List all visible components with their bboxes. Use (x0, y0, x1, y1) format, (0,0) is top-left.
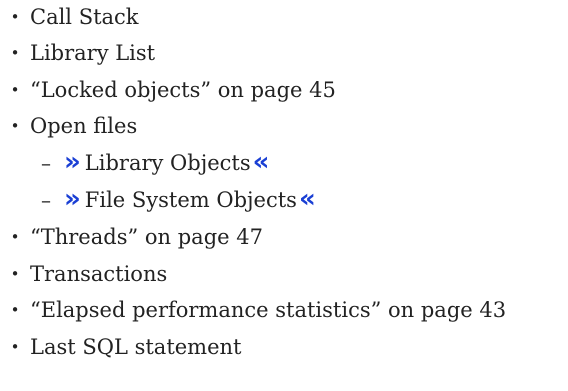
bullet-icon: • (10, 8, 20, 26)
change-end-icon: « (252, 147, 270, 177)
change-start-icon: » (64, 147, 81, 177)
locked-objects-link[interactable]: “Locked objects” on page 45 (30, 72, 336, 108)
bullet-icon: • (10, 117, 20, 135)
bullet-icon: • (10, 265, 20, 283)
dash-icon: – (41, 151, 51, 175)
bullet-icon: • (10, 338, 20, 356)
sub-list-item-label: Library Objects (84, 151, 251, 175)
list-item-label: Last SQL statement (30, 335, 242, 359)
change-end-icon: « (298, 184, 316, 214)
change-start-icon: » (64, 184, 81, 214)
list-item-label: Open files (30, 114, 138, 138)
list-item-label: Transactions (30, 262, 168, 286)
elapsed-performance-statistics-link[interactable]: “Elapsed performance statistics” on page… (30, 292, 506, 328)
list-item-label: Library List (30, 41, 156, 65)
threads-link[interactable]: “Threads” on page 47 (30, 219, 263, 255)
list-item-label: Call Stack (30, 5, 139, 29)
bullet-icon: • (10, 81, 20, 99)
bullet-icon: • (10, 44, 20, 62)
sub-list-item-label: File System Objects (84, 188, 297, 212)
dash-icon: – (41, 188, 51, 212)
bullet-icon: • (10, 301, 20, 319)
bullet-icon: • (10, 228, 20, 246)
